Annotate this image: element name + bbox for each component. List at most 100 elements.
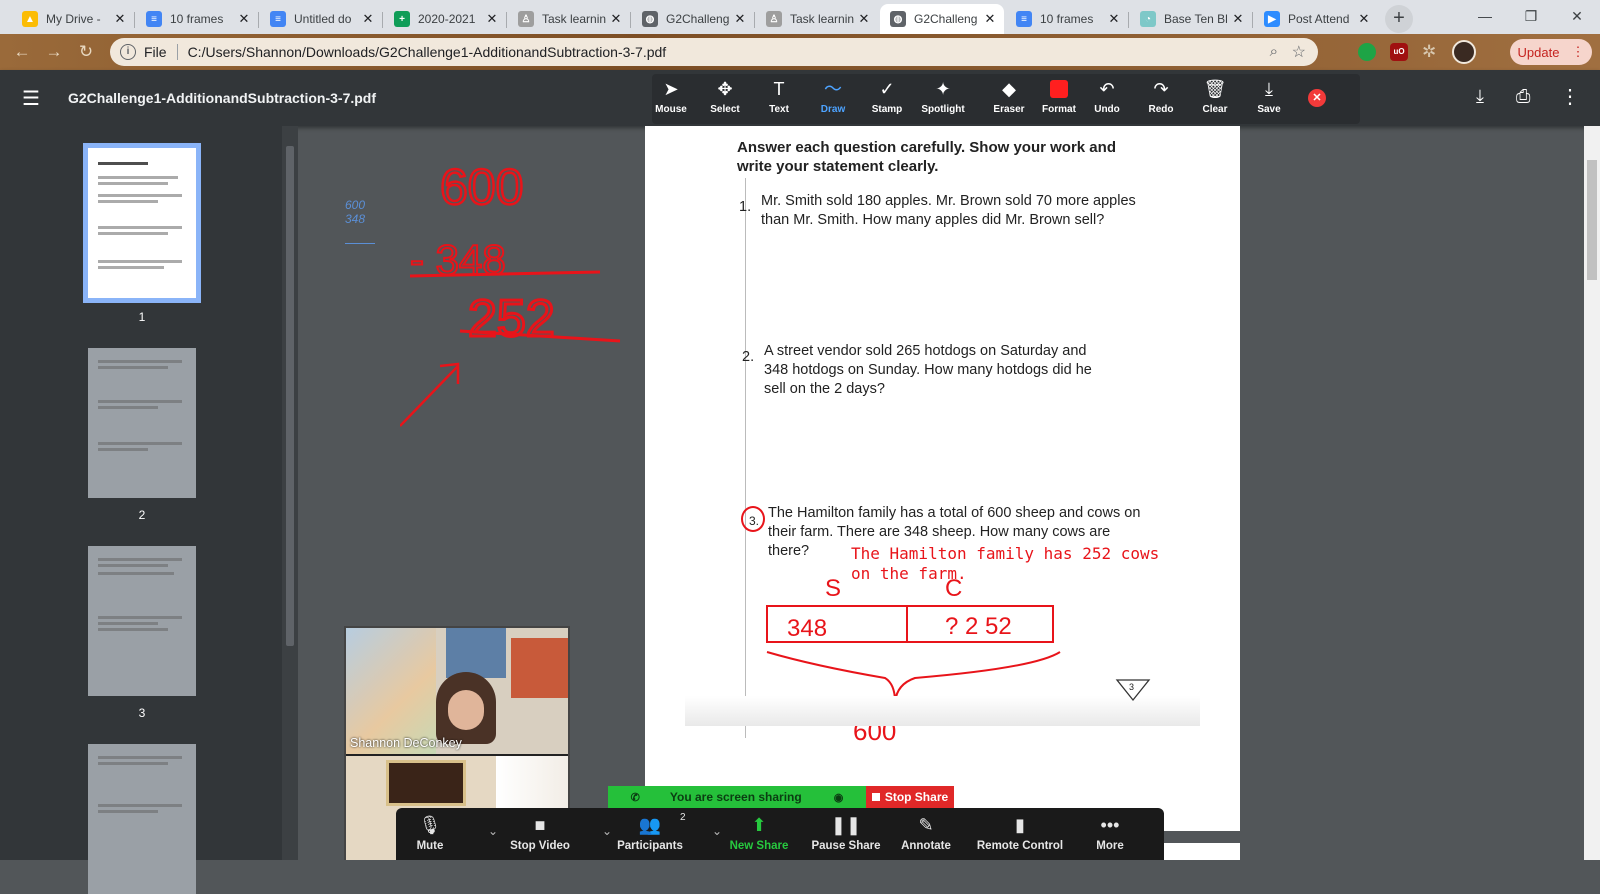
video-options-chevron-icon[interactable]: ⌄ bbox=[602, 824, 612, 838]
page-number: 3 bbox=[1129, 682, 1134, 692]
tab-close-icon[interactable]: ✕ bbox=[236, 11, 252, 27]
ink-label-c: C bbox=[945, 575, 962, 602]
tool-text-button[interactable]: T Text bbox=[750, 74, 808, 124]
close-annotation-icon[interactable]: ✕ bbox=[1308, 89, 1326, 107]
tab-close-icon[interactable]: ✕ bbox=[112, 11, 128, 27]
tab-item[interactable]: ◍ G2Challeng ✕ bbox=[632, 4, 754, 34]
tool-spotlight-button[interactable]: ✦ Spotlight bbox=[914, 74, 972, 124]
stop-share-button[interactable]: Stop Share bbox=[866, 786, 954, 808]
tab-close-icon[interactable]: ✕ bbox=[484, 11, 500, 27]
zoom-mute-button[interactable]: 🎙 Mute bbox=[410, 808, 450, 860]
participant-name: Shannon DeConkey bbox=[350, 736, 462, 750]
tool-draw-button[interactable]: 〜 Draw bbox=[804, 74, 862, 124]
more-options-icon[interactable]: ⋮ bbox=[1560, 84, 1580, 109]
tab-item[interactable]: ▲ My Drive - ✕ bbox=[12, 4, 134, 34]
tab-close-icon[interactable]: ✕ bbox=[360, 11, 376, 27]
new-tab-button[interactable]: + bbox=[1385, 5, 1413, 33]
tab-item[interactable]: ◔ Base Ten Bl ✕ bbox=[1130, 4, 1252, 34]
zoom-icon[interactable]: ⌕ bbox=[1270, 43, 1278, 60]
side-note: 600 348 bbox=[345, 198, 365, 226]
tool-redo-button[interactable]: ↷ Redo bbox=[1132, 74, 1190, 124]
phone-icon: ✆ bbox=[630, 791, 640, 804]
ublock-icon[interactable]: uO bbox=[1390, 43, 1408, 61]
tool-undo-button[interactable]: ↶ Undo bbox=[1078, 74, 1136, 124]
subtraction-ink: 600 - 348 252 bbox=[400, 158, 621, 427]
back-icon[interactable]: ← bbox=[12, 42, 32, 62]
screen-sharing-banner[interactable]: ✆ You are screen sharing ◉ bbox=[608, 786, 866, 808]
tab-title: 10 frames bbox=[170, 12, 224, 26]
pdf-toolbar: ☰ G2Challenge1-AdditionandSubtraction-3-… bbox=[0, 70, 1600, 126]
ink-bar-right: ? 2 52 bbox=[945, 613, 1012, 640]
tab-item[interactable]: ♙ Task learnin ✕ bbox=[508, 4, 630, 34]
close-window-icon[interactable]: ✕ bbox=[1554, 0, 1600, 32]
restore-icon[interactable]: ❐ bbox=[1508, 0, 1554, 32]
participant-count: 2 bbox=[680, 812, 686, 823]
tab-close-icon[interactable]: ✕ bbox=[856, 11, 872, 27]
forward-icon[interactable]: → bbox=[44, 42, 64, 62]
pdf-title: G2Challenge1-AdditionandSubtraction-3-7.… bbox=[68, 90, 377, 106]
tool-clear-button[interactable]: 🗑 Clear bbox=[1186, 74, 1244, 124]
url-text[interactable]: C:/Users/Shannon/Downloads/G2Challenge1-… bbox=[188, 44, 667, 60]
question-2-number: 2. bbox=[742, 349, 755, 365]
update-button[interactable]: Update ⋮ bbox=[1510, 39, 1592, 65]
stop-square-icon bbox=[871, 793, 880, 801]
minimize-icon[interactable]: — bbox=[1462, 0, 1508, 32]
profile-avatar[interactable] bbox=[1452, 40, 1476, 64]
spotlight-icon: ✦ bbox=[935, 79, 951, 99]
tab-favicon-icon: ▶ bbox=[1264, 11, 1280, 27]
tab-title: G2Challeng bbox=[914, 12, 978, 26]
tool-select-button[interactable]: ✥ Select bbox=[696, 74, 754, 124]
tool-label: Draw bbox=[820, 104, 846, 115]
ink-top-number: 600 bbox=[440, 159, 523, 215]
url-bar[interactable]: i File C:/Users/Shannon/Downloads/G2Chal… bbox=[110, 38, 1318, 66]
tab-item[interactable]: ≡ 10 frames ✕ bbox=[136, 4, 258, 34]
thumbnail-page-1[interactable] bbox=[83, 143, 201, 303]
new-share-icon: ⬆ bbox=[751, 815, 767, 835]
tool-label: Save bbox=[1257, 104, 1281, 115]
print-icon[interactable]: ⎙ bbox=[1516, 86, 1530, 107]
tab-close-icon[interactable]: ✕ bbox=[982, 11, 998, 27]
thumbnail-page-3[interactable] bbox=[88, 546, 196, 696]
extensions-puzzle-icon[interactable]: ✲ bbox=[1422, 42, 1436, 62]
hamburger-menu-icon[interactable]: ☰ bbox=[22, 86, 40, 111]
tab-favicon-icon: ▲ bbox=[22, 11, 38, 27]
tab-item[interactable]: ▶ Post Attend ✕ bbox=[1254, 4, 1378, 34]
tab-title: 2020-2021 bbox=[418, 12, 476, 26]
tab-title: Base Ten Bl bbox=[1164, 12, 1228, 26]
zoom-new-share-button[interactable]: ⬆ New Share bbox=[720, 808, 798, 860]
tool-stamp-button[interactable]: ✓ Stamp bbox=[858, 74, 916, 124]
download-icon[interactable]: ⤓ bbox=[1476, 86, 1484, 107]
question-1-text: Mr. Smith sold 180 apples. Mr. Brown sol… bbox=[761, 193, 1136, 228]
tab-item[interactable]: ◍ G2Challeng ✕ bbox=[880, 4, 1004, 34]
thumbnail-page-2[interactable] bbox=[88, 348, 196, 498]
mute-options-chevron-icon[interactable]: ⌄ bbox=[488, 824, 498, 838]
tab-close-icon[interactable]: ✕ bbox=[1356, 11, 1372, 27]
tab-close-icon[interactable]: ✕ bbox=[1230, 11, 1246, 27]
pdf-scrollbar[interactable] bbox=[1584, 126, 1600, 860]
tab-item[interactable]: ≡ Untitled do ✕ bbox=[260, 4, 382, 34]
zoom-annotate-button[interactable]: ✎ Annotate bbox=[886, 808, 966, 860]
zoom-control-label: New Share bbox=[729, 840, 789, 852]
zoom-more-button[interactable]: ••• More bbox=[1082, 808, 1138, 860]
participants-options-chevron-icon[interactable]: ⌄ bbox=[712, 824, 722, 838]
tab-close-icon[interactable]: ✕ bbox=[732, 11, 748, 27]
zoom-remote-control-button[interactable]: ▮ Remote Control bbox=[970, 808, 1070, 860]
tab-item[interactable]: ♙ Task learnin ✕ bbox=[756, 4, 878, 34]
side-note-underline bbox=[345, 243, 375, 244]
reload-icon[interactable]: ↻ bbox=[76, 42, 96, 62]
tab-close-icon[interactable]: ✕ bbox=[1106, 11, 1122, 27]
tab-item[interactable]: +2020-2021 ✕ bbox=[384, 4, 506, 34]
tab-item[interactable]: ≡ 10 frames ✕ bbox=[1006, 4, 1128, 34]
zoom-stop-video-button[interactable]: ■ Stop Video bbox=[496, 808, 584, 860]
thumbnail-page-4[interactable] bbox=[88, 744, 196, 894]
tool-mouse-button[interactable]: ➤ Mouse bbox=[642, 74, 700, 124]
zoom-control-label: Participants bbox=[617, 840, 683, 852]
extension-icon[interactable] bbox=[1358, 43, 1376, 61]
sidebar-scrollbar[interactable] bbox=[282, 126, 298, 860]
tool-label: Clear bbox=[1202, 104, 1228, 115]
tab-close-icon[interactable]: ✕ bbox=[608, 11, 624, 27]
bookmark-star-icon[interactable]: ☆ bbox=[1292, 42, 1306, 62]
tool-save-button[interactable]: ⤓ Save bbox=[1240, 74, 1298, 124]
info-icon[interactable]: i bbox=[120, 44, 136, 60]
zoom-pause-share-button[interactable]: ❚❚ Pause Share bbox=[806, 808, 886, 860]
